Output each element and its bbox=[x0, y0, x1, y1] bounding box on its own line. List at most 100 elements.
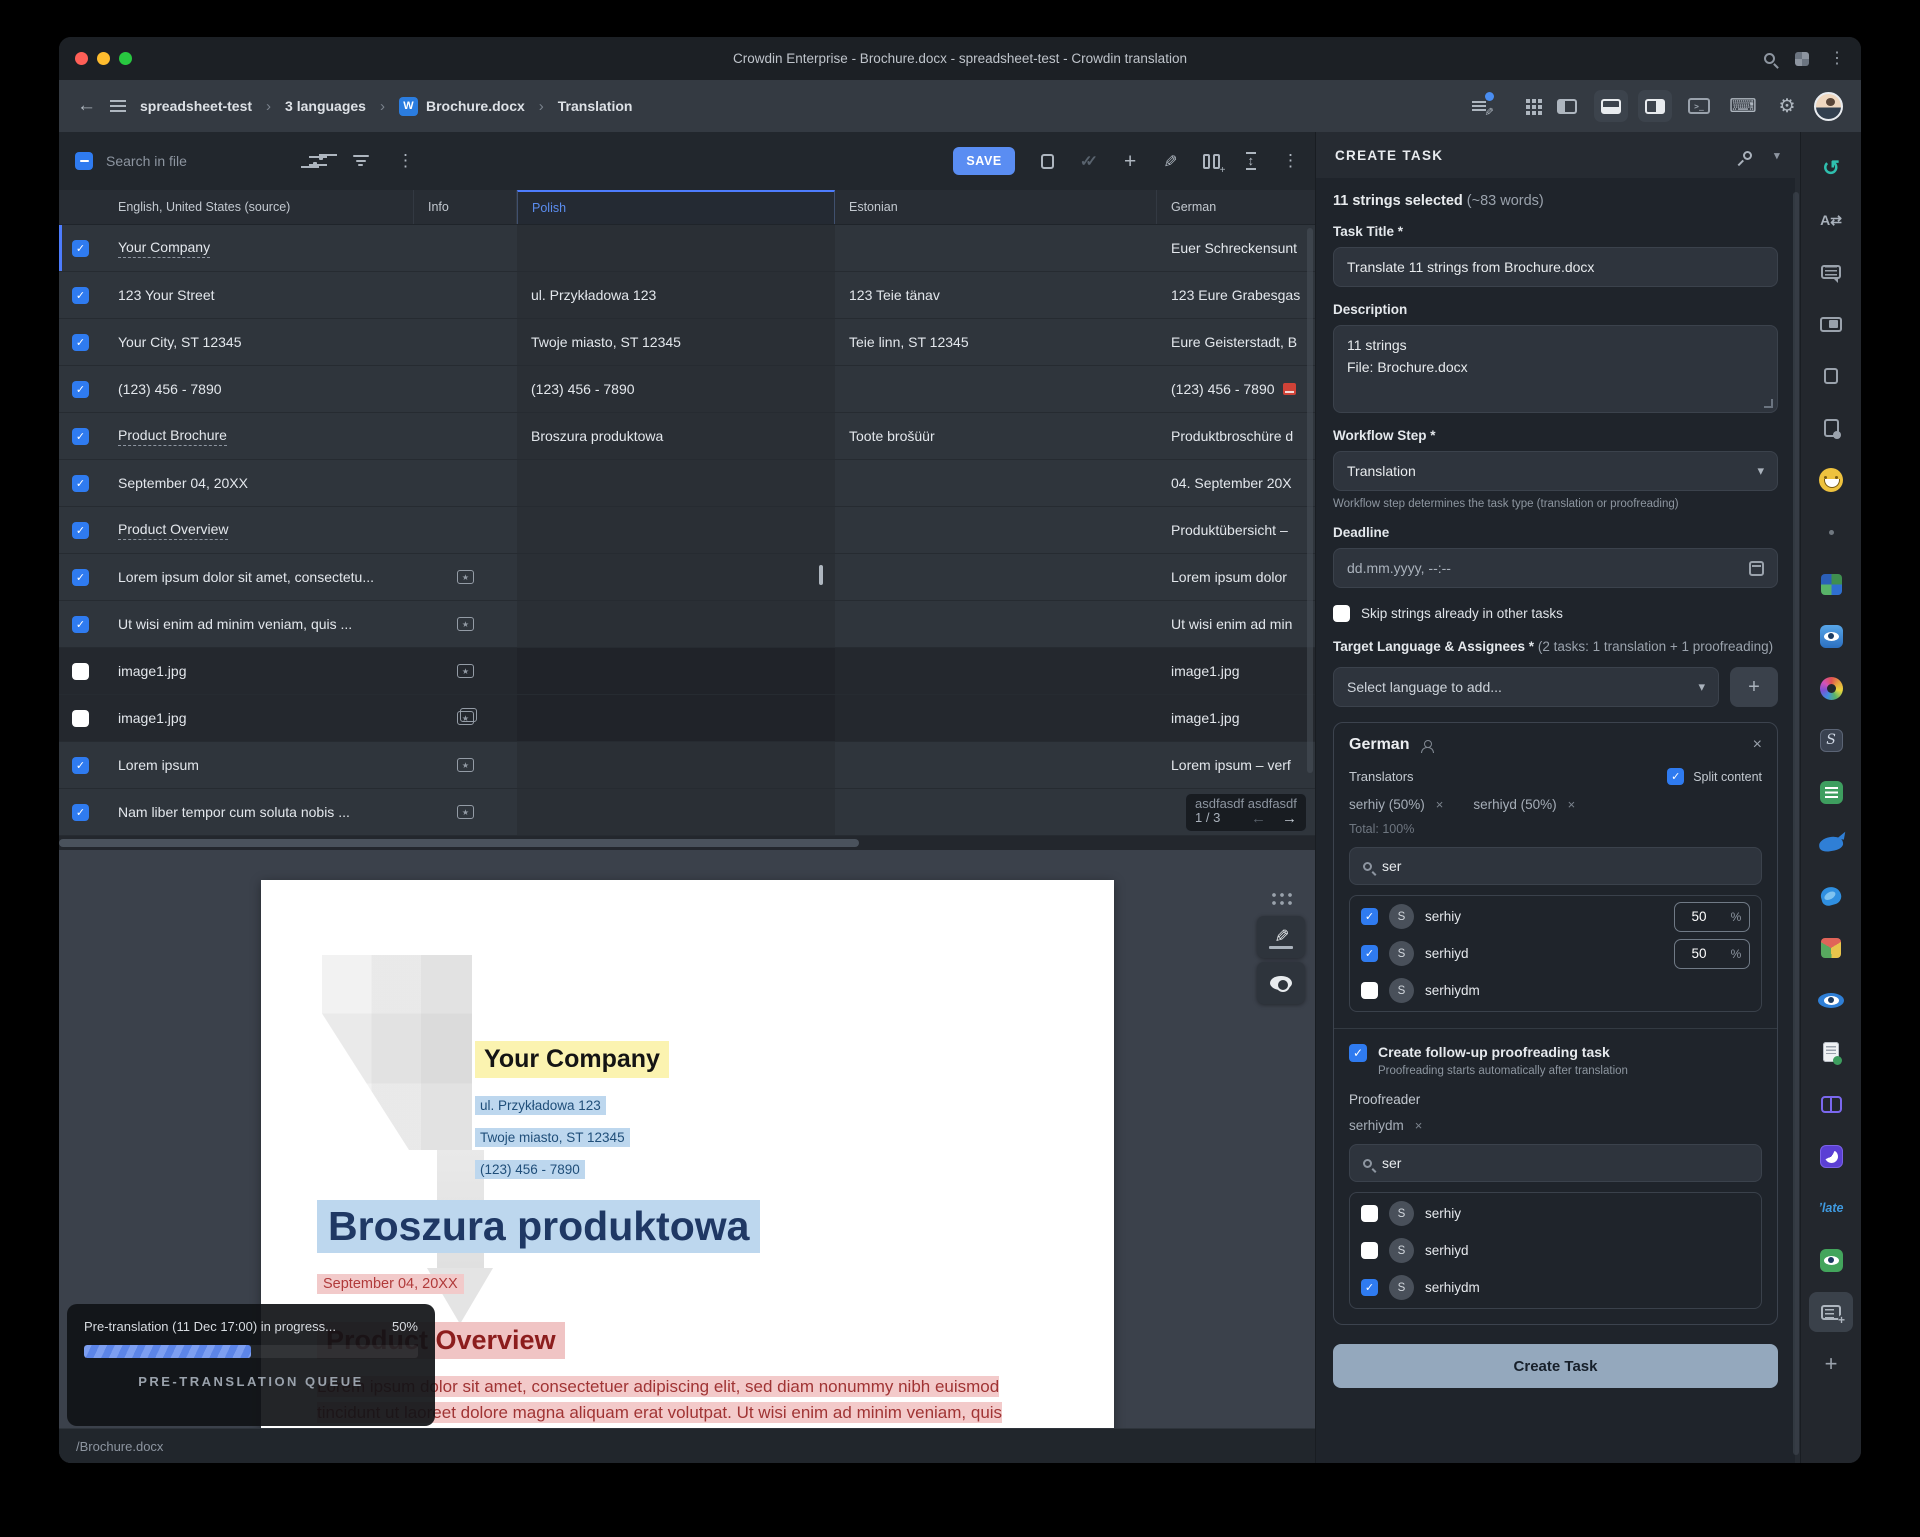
app-doc-plus-icon[interactable] bbox=[1801, 1026, 1861, 1078]
estonian-cell[interactable] bbox=[835, 742, 1157, 788]
screenshot-tag-icon[interactable]: ★ bbox=[457, 805, 474, 819]
browser-search-icon[interactable] bbox=[1764, 53, 1775, 64]
vertical-scrollbar[interactable] bbox=[1307, 228, 1313, 773]
collapse-panel-icon[interactable]: ▾ bbox=[1774, 149, 1781, 162]
split-content-checkbox[interactable]: ✓ bbox=[1667, 768, 1684, 785]
table-row[interactable]: ✓123 Your Streetul. Przykładowa 123123 T… bbox=[59, 272, 1315, 319]
column-header-german[interactable]: German bbox=[1157, 190, 1315, 224]
approve-all-button[interactable]: ✓✓ bbox=[1080, 152, 1098, 170]
german-cell[interactable]: image1.jpg bbox=[1157, 695, 1315, 741]
polish-cell[interactable] bbox=[517, 601, 835, 647]
share-value[interactable]: 50 bbox=[1675, 909, 1723, 924]
calendar-icon[interactable] bbox=[1749, 561, 1764, 576]
row-checkbox[interactable]: ✓ bbox=[72, 334, 89, 351]
estonian-cell[interactable] bbox=[835, 554, 1157, 600]
edit-string-button[interactable]: ✎ bbox=[1159, 154, 1179, 168]
estonian-cell[interactable] bbox=[835, 789, 1157, 835]
pretranslation-queue-button[interactable]: PRE-TRANSLATION QUEUE bbox=[84, 1374, 418, 1389]
app-whale-icon[interactable] bbox=[1801, 818, 1861, 870]
source-cell[interactable]: September 04, 20XX bbox=[104, 460, 414, 506]
copy-source-button[interactable] bbox=[1041, 154, 1054, 169]
column-header-estonian[interactable]: Estonian bbox=[835, 190, 1157, 224]
app-green-eye-icon[interactable] bbox=[1801, 1234, 1861, 1286]
app-green-layers-icon[interactable] bbox=[1801, 766, 1861, 818]
user-avatar[interactable] bbox=[1814, 92, 1843, 121]
remove-language-icon[interactable]: × bbox=[1753, 736, 1762, 754]
column-header-info[interactable]: Info bbox=[414, 190, 517, 224]
layout-sidebar-left-icon[interactable] bbox=[1550, 90, 1584, 122]
workflow-steps-icon[interactable]: ⋮ bbox=[397, 151, 414, 171]
table-row[interactable]: ✓Your CompanyEuer Schreckensunt bbox=[59, 225, 1315, 272]
table-row[interactable]: image1.jpg★image1.jpg bbox=[59, 648, 1315, 695]
german-cell[interactable]: Produktübersicht – bbox=[1157, 507, 1315, 553]
german-cell[interactable]: 123 Eure Grabesgas bbox=[1157, 272, 1315, 318]
add-language-button[interactable]: + bbox=[1730, 667, 1778, 707]
column-header-source[interactable]: English, United States (source) bbox=[104, 190, 414, 224]
table-row[interactable]: ✓Lorem ipsum dolor sit amet, consectetu.… bbox=[59, 554, 1315, 601]
preview-phone-line[interactable]: (123) 456 - 7890 bbox=[475, 1160, 585, 1179]
estonian-cell[interactable] bbox=[835, 366, 1157, 412]
german-cell[interactable]: 04. September 20X bbox=[1157, 460, 1315, 506]
table-row[interactable]: ✓Lorem ipsum★Lorem ipsum – verf bbox=[59, 742, 1315, 789]
row-checkbox[interactable]: ✓ bbox=[72, 522, 89, 539]
preview-drag-handle-icon[interactable] bbox=[1269, 890, 1293, 907]
app-s-icon[interactable]: S bbox=[1801, 714, 1861, 766]
qa-issue-icon[interactable] bbox=[1283, 383, 1296, 395]
preview-address-line[interactable]: Twoje miasto, ST 12345 bbox=[475, 1128, 630, 1147]
filter-icon[interactable] bbox=[353, 155, 369, 167]
layout-sidebar-right-icon[interactable] bbox=[1638, 90, 1672, 122]
row-checkbox[interactable] bbox=[72, 710, 89, 727]
estonian-cell[interactable] bbox=[835, 225, 1157, 271]
row-checkbox[interactable]: ✓ bbox=[72, 757, 89, 774]
grid-view-icon[interactable] bbox=[1506, 90, 1540, 122]
screenshot-tag-icon[interactable]: ★ bbox=[457, 758, 474, 772]
share-value[interactable]: 50 bbox=[1675, 946, 1723, 961]
add-app-icon[interactable]: + bbox=[1801, 1338, 1861, 1390]
assignee-checkbox[interactable]: ✓ bbox=[1361, 945, 1378, 962]
estonian-cell[interactable]: Teie linn, ST 12345 bbox=[835, 319, 1157, 365]
breadcrumb-step[interactable]: Translation bbox=[558, 98, 633, 114]
assignee-option[interactable]: ✓Sserhiyd50% bbox=[1350, 935, 1761, 972]
pin-panel-icon[interactable] bbox=[1741, 149, 1754, 162]
app-eye-oval-icon[interactable] bbox=[1801, 974, 1861, 1026]
polish-cell[interactable] bbox=[517, 789, 835, 835]
ai-suggestions-icon[interactable]: ↺ bbox=[1801, 142, 1861, 194]
row-checkbox[interactable]: ✓ bbox=[72, 381, 89, 398]
rail-overflow-dot[interactable] bbox=[1801, 506, 1861, 558]
screenshot-tag-icon[interactable]: ★ bbox=[457, 664, 474, 678]
add-string-button[interactable]: + bbox=[1124, 151, 1136, 172]
terminal-icon[interactable]: >_ bbox=[1682, 90, 1716, 122]
search-input[interactable]: Search in file bbox=[106, 153, 187, 169]
preview-address-line[interactable]: ul. Przykładowa 123 bbox=[475, 1096, 606, 1115]
polish-cell[interactable] bbox=[517, 507, 835, 553]
assignee-checkbox[interactable]: ✓ bbox=[1361, 1279, 1378, 1296]
proofreader-search-input[interactable]: ser bbox=[1349, 1144, 1762, 1182]
workflow-step-select[interactable]: Translation bbox=[1333, 451, 1778, 491]
source-cell[interactable]: (123) 456 - 7890 bbox=[104, 366, 414, 412]
save-button[interactable]: SAVE bbox=[953, 147, 1015, 175]
estonian-cell[interactable] bbox=[835, 460, 1157, 506]
row-checkbox[interactable]: ✓ bbox=[72, 804, 89, 821]
screenshot-tag-icon[interactable]: ★ bbox=[457, 711, 474, 725]
table-row[interactable]: ✓Nam liber tempor cum soluta nobis ...★a… bbox=[59, 789, 1315, 836]
breadcrumb-languages[interactable]: 3 languages bbox=[285, 98, 366, 114]
german-cell[interactable]: image1.jpg bbox=[1157, 648, 1315, 694]
table-row[interactable]: ✓September 04, 20XX04. September 20X bbox=[59, 460, 1315, 507]
main-menu-icon[interactable] bbox=[110, 100, 126, 112]
panel-scrollbar[interactable] bbox=[1793, 192, 1799, 1455]
source-cell[interactable]: Your Company bbox=[104, 225, 414, 271]
german-cell[interactable]: Eure Geisterstadt, B bbox=[1157, 319, 1315, 365]
emoji-app-icon[interactable] bbox=[1801, 454, 1861, 506]
deadline-input[interactable]: dd.mm.yyyy, --:-- bbox=[1333, 548, 1778, 588]
assignee-checkbox[interactable]: ✓ bbox=[1361, 908, 1378, 925]
source-cell[interactable]: Product Overview bbox=[104, 507, 414, 553]
pagination-prev-icon[interactable]: ← bbox=[1251, 810, 1266, 827]
polish-cell[interactable]: ul. Przykładowa 123 bbox=[517, 272, 835, 318]
remove-chip-icon[interactable]: × bbox=[1436, 797, 1444, 812]
screenshot-tag-icon[interactable]: ★ bbox=[457, 617, 474, 631]
app-columns-icon[interactable] bbox=[1801, 1078, 1861, 1130]
estonian-cell[interactable] bbox=[835, 695, 1157, 741]
german-cell[interactable]: Euer Schreckensunt bbox=[1157, 225, 1315, 271]
machine-translation-icon[interactable]: A⇄ bbox=[1801, 194, 1861, 246]
assignee-option[interactable]: Sserhiyd bbox=[1350, 1232, 1761, 1269]
